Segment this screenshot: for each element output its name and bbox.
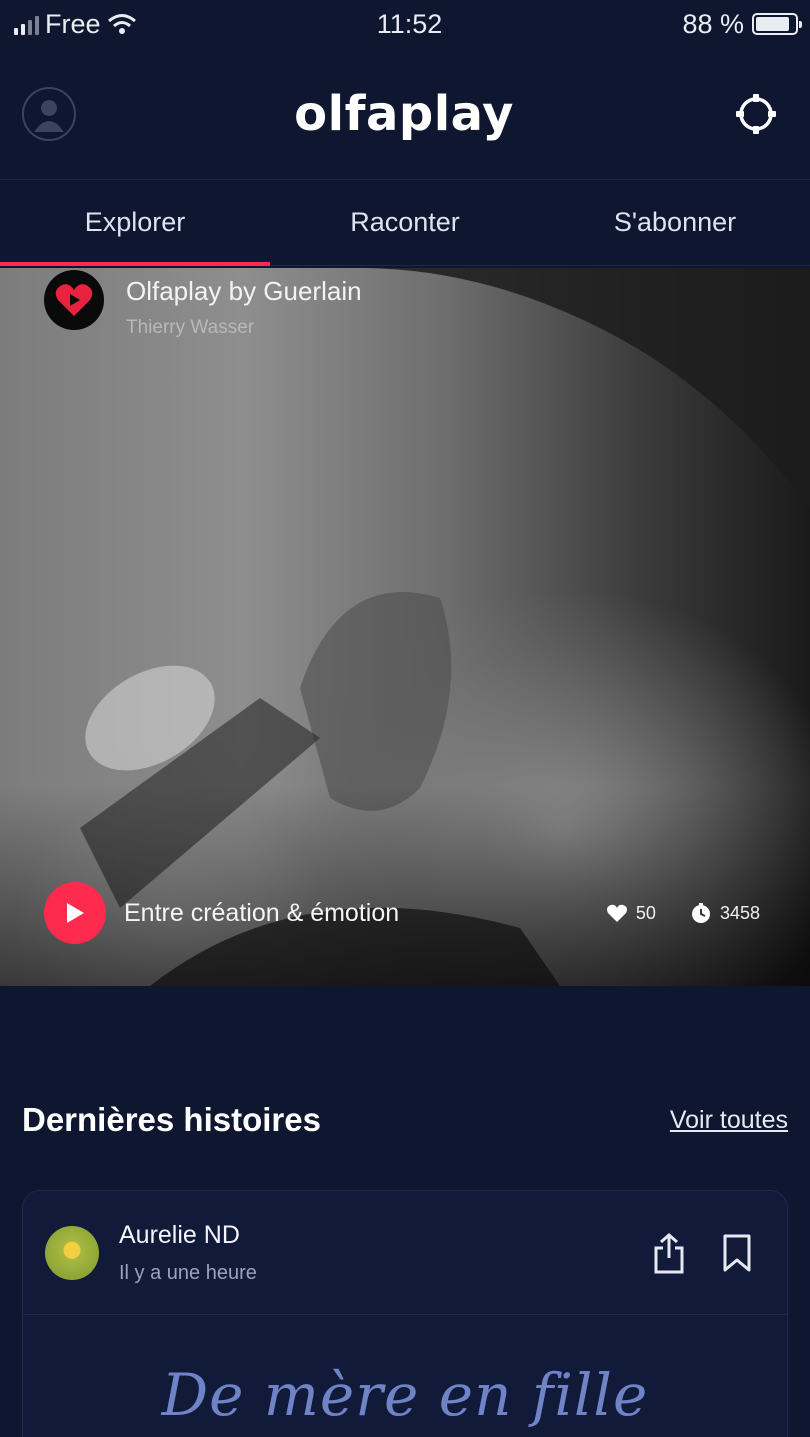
carrier-label: Free [45,8,101,39]
story-card-header: Aurelie ND Il y a une heure [23,1191,787,1315]
likes-count: 50 [635,902,656,923]
episode-title: Entre création & émotion [124,898,400,927]
bookmark-icon[interactable] [721,1233,753,1273]
status-right: 88 % [682,8,802,40]
section-title: Dernières histoires [22,1101,321,1138]
app-header: olfaplay [0,48,810,180]
clock: 11:52 [376,8,443,39]
story-timestamp: Il y a une heure [119,1261,257,1284]
card-actions [651,1232,753,1274]
status-left: Free [14,9,137,40]
author-name[interactable]: Aurelie ND [119,1221,651,1250]
battery-fill [755,17,790,31]
tab-sabonner[interactable]: S'abonner [540,180,810,265]
play-icon [67,903,84,923]
episode-stats: 50 3458 [606,902,760,924]
wifi-icon [107,14,136,34]
see-all-link[interactable]: Voir toutes [670,1106,788,1135]
story-title: De mère en fille [161,1361,649,1429]
channel-info[interactable]: Olfaplay by Guerlain Thierry Wasser [44,270,362,339]
signal-icon [14,13,39,35]
tab-raconter[interactable]: Raconter [270,180,540,265]
heart-play-icon [55,284,93,316]
channel-title: Olfaplay by Guerlain [126,276,362,306]
battery-icon [751,13,802,35]
heart-icon [606,904,627,922]
listens-stat: 3458 [690,902,760,924]
channel-subtitle: Thierry Wasser [126,317,255,338]
user-icon [34,99,64,132]
story-card[interactable]: Aurelie ND Il y a une heure De mère en f… [22,1190,788,1437]
play-button[interactable] [44,882,106,944]
player-bar: Entre création & émotion 50 3458 [44,882,760,944]
app-logo: olfaplay [294,85,514,142]
tab-explorer[interactable]: Explorer [0,180,270,266]
listens-count: 3458 [719,902,760,923]
author-info: Aurelie ND Il y a une heure [119,1221,651,1285]
likes-stat[interactable]: 50 [606,903,656,924]
share-icon[interactable] [651,1232,687,1274]
featured-story[interactable]: Olfaplay by Guerlain Thierry Wasser Entr… [0,268,810,986]
battery-percent: 88 % [682,8,744,39]
tab-bar: Explorer Raconter S'abonner [0,180,810,266]
status-bar: Free 11:52 88 % [0,0,810,48]
profile-button[interactable] [22,86,76,141]
settings-icon[interactable] [732,90,780,138]
channel-logo [44,270,104,330]
author-avatar[interactable] [45,1225,99,1280]
headphones-icon [691,903,710,923]
latest-stories-header: Dernières histoires Voir toutes [22,1090,788,1150]
